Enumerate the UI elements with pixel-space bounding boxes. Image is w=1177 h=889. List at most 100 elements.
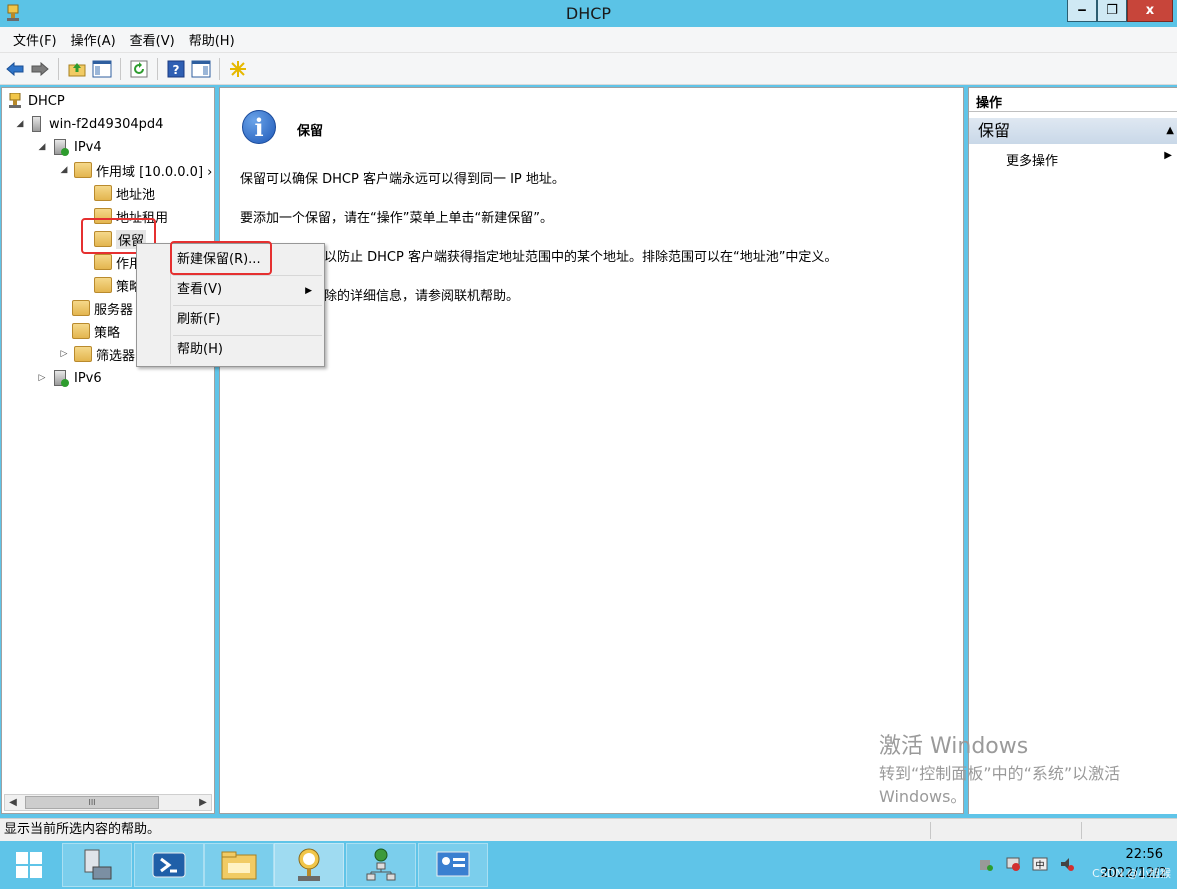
menu-item-view[interactable]: 查看(V) bbox=[177, 278, 322, 302]
scope-policies-icon bbox=[94, 277, 112, 293]
network-icon bbox=[366, 848, 396, 881]
toolbar-separator bbox=[157, 57, 158, 80]
tree-label-ipv6: IPv6 bbox=[74, 370, 102, 386]
address-pool-icon bbox=[94, 185, 112, 201]
tree-item-scope-policies[interactable]: 策略 bbox=[94, 274, 142, 296]
menu-separator bbox=[173, 335, 322, 336]
tree-label-policies: 策略 bbox=[94, 325, 121, 341]
taskbar-control-panel[interactable] bbox=[418, 843, 488, 887]
actions-section-reservations[interactable]: 保留 ▲ bbox=[969, 118, 1177, 144]
scroll-thumb[interactable]: III bbox=[25, 796, 159, 809]
tree-label-dhcp: DHCP bbox=[28, 93, 65, 109]
description-line: 以防止 DHCP 客户端获得指定地址范围中的某个地址。排除范围可以在“地址池”中… bbox=[324, 250, 838, 265]
forward-arrow-icon[interactable] bbox=[29, 58, 51, 80]
start-button[interactable] bbox=[0, 841, 58, 889]
tray-volume-icon[interactable] bbox=[1059, 856, 1075, 872]
back-arrow-icon[interactable] bbox=[4, 58, 26, 80]
menu-bar: 文件(F) 操作(A) 查看(V) 帮助(H) bbox=[0, 27, 1177, 53]
tree-label-address-pool: 地址池 bbox=[116, 187, 156, 203]
tree-item-ipv4[interactable]: ◢ IPv4 bbox=[36, 136, 102, 158]
tray-network-icon[interactable] bbox=[1005, 856, 1021, 872]
collapse-triangle-icon[interactable]: ▲ bbox=[1166, 118, 1174, 144]
policies-icon bbox=[72, 323, 90, 339]
taskbar: 中 22:56 2022/12/2 CSDN @小旭猴 bbox=[0, 841, 1177, 889]
console-tree-pane: DHCP ◢ win-f2d49304pd4 ◢ IPv4 ◢ 作用域 [10.… bbox=[1, 87, 215, 814]
minimize-button[interactable]: ‒ bbox=[1067, 0, 1097, 22]
tree-item-scope-options[interactable]: 作用 bbox=[94, 251, 142, 273]
tree-label-filters: 筛选器 bbox=[96, 348, 136, 364]
activation-watermark: 转到“控制面板”中的“系统”以激活 bbox=[879, 764, 1121, 783]
actions-header: 操作 bbox=[969, 92, 1177, 112]
show-hide-tree-icon[interactable] bbox=[91, 58, 113, 80]
refresh-icon[interactable] bbox=[128, 58, 150, 80]
tree-label-scope: 作用域 [10.0.0.0] › bbox=[96, 164, 213, 180]
new-star-icon[interactable] bbox=[227, 58, 249, 80]
up-folder-icon[interactable] bbox=[66, 58, 88, 80]
ipv6-icon bbox=[54, 370, 69, 387]
collapse-arrow-icon[interactable]: ◢ bbox=[14, 119, 26, 129]
menu-file[interactable]: 文件(F) bbox=[6, 28, 64, 51]
svg-text:?: ? bbox=[173, 63, 180, 77]
title-bar: DHCP ‒ ❐ x bbox=[0, 0, 1177, 27]
toolbar-separator bbox=[58, 57, 59, 80]
taskbar-powershell[interactable] bbox=[134, 843, 204, 887]
tray-ime-icon[interactable]: 中 bbox=[1032, 856, 1048, 872]
activation-watermark: 激活 Windows bbox=[879, 734, 1029, 759]
tree-item-server-options[interactable]: 服务器 bbox=[72, 297, 133, 319]
tree-item-filters[interactable]: ▷ 筛选器 bbox=[58, 343, 135, 365]
tree-item-dhcp[interactable]: DHCP bbox=[6, 90, 65, 112]
tree-item-ipv6[interactable]: ▷ IPv6 bbox=[36, 367, 102, 389]
status-separator bbox=[1081, 822, 1082, 839]
taskbar-dhcp[interactable] bbox=[274, 843, 344, 887]
more-actions-link[interactable]: 更多操作 bbox=[1006, 150, 1058, 169]
show-hide-action-pane-icon[interactable] bbox=[190, 58, 212, 80]
windows-logo-icon bbox=[16, 852, 42, 878]
taskbar-file-explorer[interactable] bbox=[204, 843, 274, 887]
scroll-left-icon[interactable]: ◀ bbox=[5, 795, 21, 810]
description-line: 除的详细信息，请参阅联机帮助。 bbox=[324, 289, 520, 304]
expand-arrow-icon[interactable]: ▷ bbox=[58, 349, 70, 359]
filters-icon bbox=[74, 346, 92, 362]
expand-arrow-icon[interactable]: ▷ bbox=[36, 373, 48, 383]
collapse-arrow-icon[interactable]: ◢ bbox=[58, 165, 70, 175]
menu-item-refresh[interactable]: 刷新(F) bbox=[177, 308, 221, 332]
submenu-arrow-icon: ▶ bbox=[305, 286, 312, 296]
menu-help[interactable]: 帮助(H) bbox=[182, 28, 242, 51]
csdn-watermark: CSDN @小旭猴 bbox=[1092, 867, 1171, 880]
help-icon[interactable]: ? bbox=[165, 58, 187, 80]
tray-flag-icon[interactable] bbox=[978, 856, 994, 872]
activation-watermark: Windows。 bbox=[879, 787, 967, 806]
control-panel-icon bbox=[436, 851, 470, 877]
tree-item-policies[interactable]: 策略 bbox=[72, 320, 120, 342]
powershell-icon bbox=[152, 852, 186, 878]
toolbar-separator bbox=[120, 57, 121, 80]
dhcp-root-icon bbox=[9, 93, 21, 108]
tree-item-scope[interactable]: ◢ 作用域 [10.0.0.0] › bbox=[58, 159, 212, 181]
taskbar-server-manager[interactable] bbox=[62, 843, 132, 887]
actions-section-label: 保留 bbox=[978, 121, 1011, 140]
restore-button[interactable]: ❐ bbox=[1097, 0, 1127, 22]
menu-separator bbox=[173, 305, 322, 306]
taskbar-network[interactable] bbox=[346, 843, 416, 887]
ipv4-icon bbox=[54, 139, 69, 156]
tree-item-server[interactable]: ◢ win-f2d49304pd4 bbox=[14, 113, 163, 135]
server-icon bbox=[32, 116, 41, 132]
description-line: 保留可以确保 DHCP 客户端永远可以得到同一 IP 地址。 bbox=[240, 172, 565, 187]
collapse-arrow-icon[interactable]: ◢ bbox=[36, 142, 48, 152]
tree-horizontal-scrollbar[interactable]: ◀ III ▶ bbox=[4, 794, 212, 811]
menu-action[interactable]: 操作(A) bbox=[64, 28, 123, 51]
clock-time[interactable]: 22:56 bbox=[1126, 847, 1163, 862]
status-bar: 显示当前所选内容的帮助。 bbox=[0, 818, 1177, 841]
tree-item-address-pool[interactable]: 地址池 bbox=[94, 182, 155, 204]
menu-view[interactable]: 查看(V) bbox=[123, 28, 182, 51]
scope-options-icon bbox=[94, 254, 112, 270]
new-reservation-highlight bbox=[170, 241, 272, 275]
server-manager-icon bbox=[84, 849, 112, 880]
info-icon: i bbox=[242, 110, 276, 144]
scroll-right-icon[interactable]: ▶ bbox=[195, 795, 211, 810]
close-button[interactable]: x bbox=[1127, 0, 1173, 22]
folder-icon bbox=[221, 851, 257, 880]
menu-item-help[interactable]: 帮助(H) bbox=[177, 338, 223, 362]
actions-pane: 操作 保留 ▲ 更多操作 ▶ bbox=[968, 87, 1177, 814]
submenu-arrow-icon: ▶ bbox=[1164, 150, 1172, 161]
